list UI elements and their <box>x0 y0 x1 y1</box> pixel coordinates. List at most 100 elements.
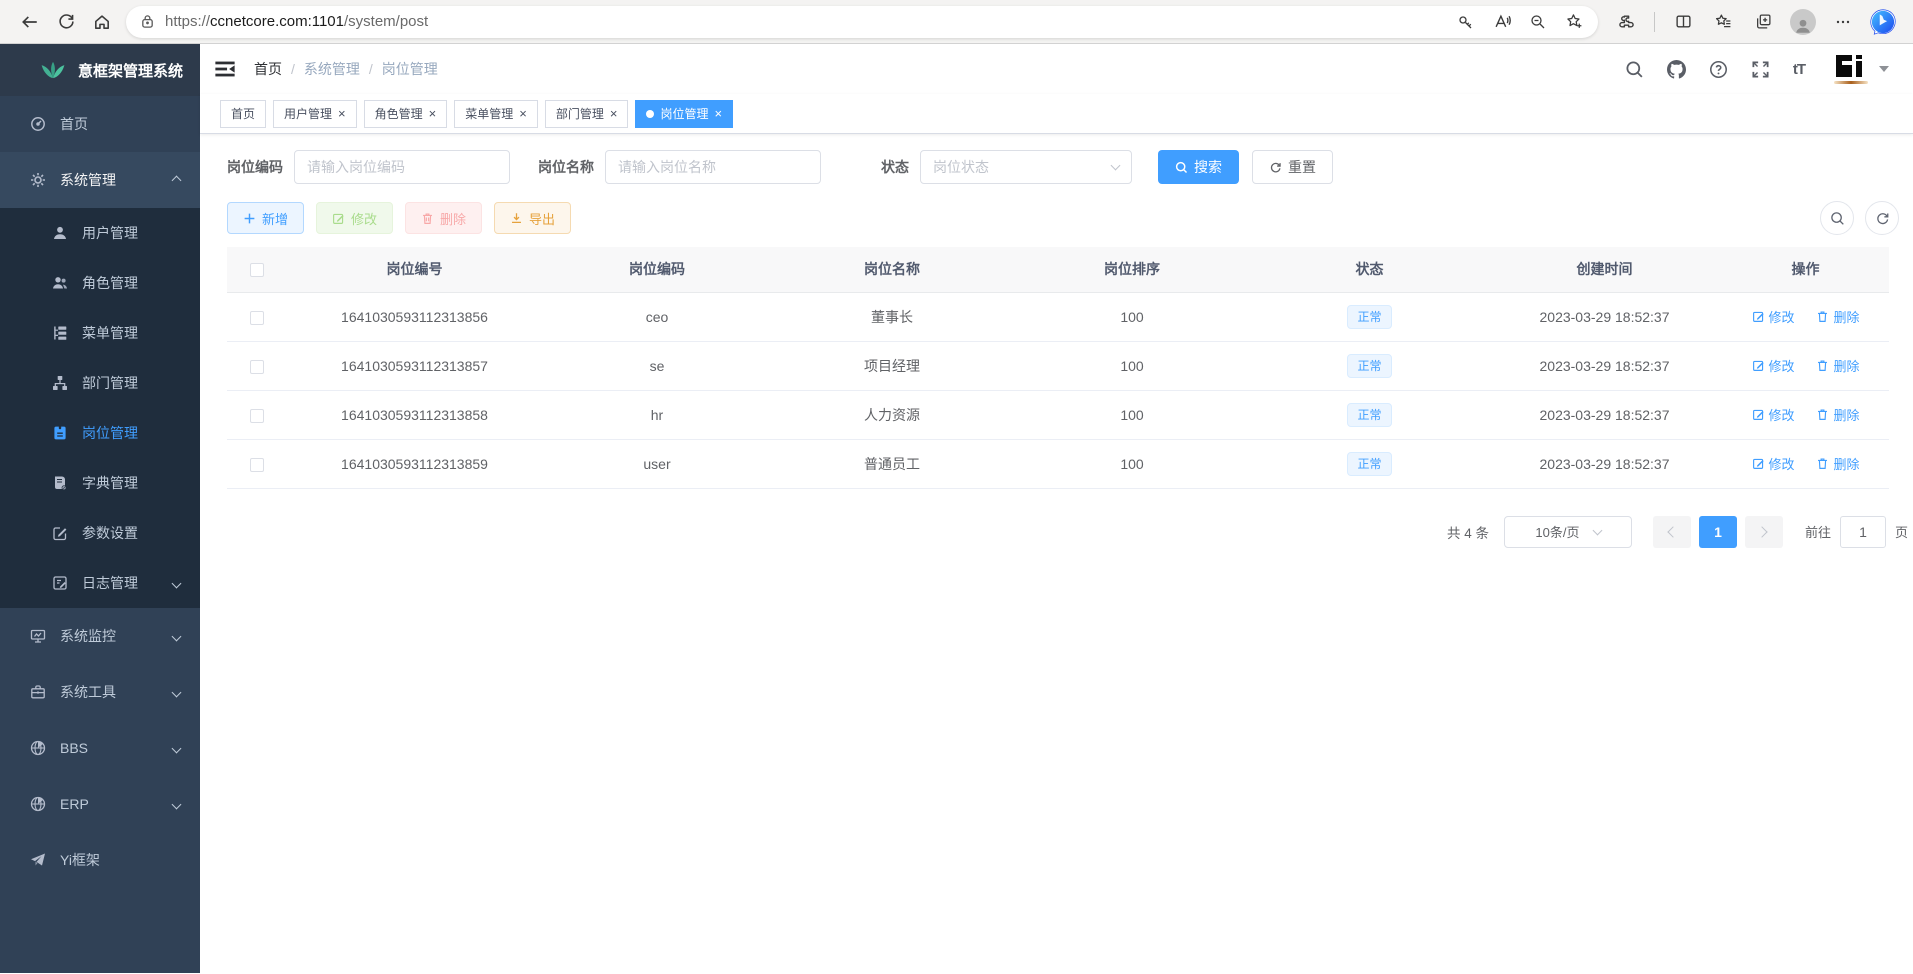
lock-icon <box>140 14 155 29</box>
table-header-row: 岗位编号 岗位编码 岗位名称 岗位排序 状态 创建时间 操作 <box>227 247 1889 292</box>
filter-form: 岗位编码 岗位名称 状态 岗位状态 搜索 重置 <box>227 150 1889 184</box>
close-icon[interactable] <box>338 107 346 120</box>
page-size-select[interactable]: 10条/页 <box>1504 516 1632 548</box>
edit-icon <box>332 212 345 225</box>
tabs-bar: 首页 用户管理 角色管理 菜单管理 部门管理 岗位管理 <box>200 94 1913 134</box>
row-checkbox[interactable] <box>250 458 264 472</box>
user-avatar[interactable] <box>1832 53 1889 85</box>
add-button[interactable]: 新增 <box>227 202 304 234</box>
header-search-icon[interactable] <box>1625 60 1644 79</box>
profile-avatar[interactable] <box>1785 5 1821 39</box>
row-delete-link[interactable]: 删除 <box>1816 356 1859 375</box>
address-bar[interactable]: https://ccnetcore.com:1101/system/post <box>126 6 1598 38</box>
reset-button[interactable]: 重置 <box>1252 150 1333 184</box>
export-button[interactable]: 导出 <box>494 202 571 234</box>
select-all-checkbox[interactable] <box>250 263 264 277</box>
page-number-1[interactable]: 1 <box>1699 516 1737 548</box>
close-icon[interactable] <box>429 107 437 120</box>
password-key-icon[interactable] <box>1450 5 1482 39</box>
show-search-toggle-button[interactable] <box>1820 201 1854 235</box>
row-checkbox[interactable] <box>250 409 264 423</box>
row-delete-link[interactable]: 删除 <box>1816 405 1859 424</box>
post-code-input[interactable] <box>294 150 510 184</box>
sidebar-item-bbs[interactable]: BBS <box>0 720 200 776</box>
tab-user-management[interactable]: 用户管理 <box>273 100 357 128</box>
tab-home[interactable]: 首页 <box>220 100 266 128</box>
refresh-table-button[interactable] <box>1865 201 1899 235</box>
breadcrumb-home[interactable]: 首页 <box>254 59 282 79</box>
sidebar-item-erp[interactable]: ERP <box>0 776 200 832</box>
prev-page-button[interactable] <box>1653 516 1691 548</box>
sidebar-subitem-param-settings[interactable]: 参数设置 <box>0 508 200 558</box>
search-button[interactable]: 搜索 <box>1158 150 1239 184</box>
chevron-down-icon <box>1111 161 1121 171</box>
home-icon[interactable] <box>84 5 120 39</box>
breadcrumb-system[interactable]: 系统管理 <box>304 59 360 79</box>
read-aloud-icon[interactable] <box>1486 5 1518 39</box>
refresh-icon[interactable] <box>48 5 84 39</box>
row-edit-link[interactable]: 修改 <box>1752 454 1795 473</box>
sidebar-subitem-log-management[interactable]: 日志管理 <box>0 558 200 608</box>
sidebar-subitem-menu-management[interactable]: 菜单管理 <box>0 308 200 358</box>
favorites-icon[interactable] <box>1705 5 1741 39</box>
close-icon[interactable] <box>519 107 527 120</box>
zoom-out-icon[interactable] <box>1522 5 1554 39</box>
close-icon[interactable] <box>714 107 722 120</box>
chevron-down-icon <box>1592 525 1602 535</box>
paper-plane-icon <box>30 852 46 868</box>
sidebar-subitem-dept-management[interactable]: 部门管理 <box>0 358 200 408</box>
row-edit-link[interactable]: 修改 <box>1752 405 1795 424</box>
delete-button[interactable]: 删除 <box>405 202 482 234</box>
pagination: 共 4 条 10条/页 1 前往 页 <box>200 516 1908 548</box>
goto-page-input[interactable] <box>1840 516 1886 548</box>
post-name-input[interactable] <box>605 150 821 184</box>
edit-icon <box>1752 359 1765 372</box>
fullscreen-icon[interactable] <box>1751 60 1770 79</box>
app-logo[interactable]: 意框架管理系统 <box>0 44 200 96</box>
sidebar-item-yi-framework[interactable]: Yi框架 <box>0 832 200 888</box>
text-size-icon[interactable]: tT <box>1793 61 1805 78</box>
split-screen-icon[interactable] <box>1665 5 1701 39</box>
close-icon[interactable] <box>610 107 618 120</box>
status-select[interactable]: 岗位状态 <box>920 150 1132 184</box>
edit-button[interactable]: 修改 <box>316 202 393 234</box>
settings-more-icon[interactable] <box>1825 5 1861 39</box>
sidebar-subitem-dict-management[interactable]: 字典管理 <box>0 458 200 508</box>
sidebar-item-home[interactable]: 首页 <box>0 96 200 152</box>
github-icon[interactable] <box>1667 60 1686 79</box>
sidebar-group-system-management[interactable]: 系统管理 <box>0 152 200 208</box>
row-checkbox[interactable] <box>250 311 264 325</box>
add-favorite-icon[interactable] <box>1558 5 1590 39</box>
row-edit-link[interactable]: 修改 <box>1752 307 1795 326</box>
post-table: 岗位编号 岗位编码 岗位名称 岗位排序 状态 创建时间 操作 164103059… <box>227 247 1889 489</box>
copilot-bing-icon[interactable] <box>1865 5 1901 39</box>
tab-menu-management[interactable]: 菜单管理 <box>454 100 538 128</box>
edit-icon <box>1752 408 1765 421</box>
sidebar-subitem-role-management[interactable]: 角色管理 <box>0 258 200 308</box>
tab-dept-management[interactable]: 部门管理 <box>545 100 629 128</box>
row-edit-link[interactable]: 修改 <box>1752 356 1795 375</box>
row-delete-link[interactable]: 删除 <box>1816 307 1859 326</box>
collapse-sidebar-icon[interactable] <box>214 58 236 80</box>
tab-role-management[interactable]: 角色管理 <box>364 100 448 128</box>
refresh-icon <box>1269 161 1282 174</box>
post-code-label: 岗位编码 <box>227 157 283 177</box>
next-page-button[interactable] <box>1745 516 1783 548</box>
row-delete-link[interactable]: 删除 <box>1816 454 1859 473</box>
user-avatar-logo <box>1832 53 1870 85</box>
help-icon[interactable] <box>1709 60 1728 79</box>
breadcrumb: 首页 / 系统管理 / 岗位管理 <box>254 59 438 79</box>
table-row: 1641030593112313859 user 普通员工 100 正常 202… <box>227 439 1889 488</box>
row-checkbox[interactable] <box>250 360 264 374</box>
sidebar-subitem-post-management[interactable]: 岗位管理 <box>0 408 200 458</box>
back-icon[interactable] <box>12 5 48 39</box>
sidebar-item-system-monitor[interactable]: 系统监控 <box>0 608 200 664</box>
sidebar-subitem-user-management[interactable]: 用户管理 <box>0 208 200 258</box>
post-name-label: 岗位名称 <box>538 157 594 177</box>
tab-post-management[interactable]: 岗位管理 <box>635 100 733 128</box>
gear-icon <box>30 172 46 188</box>
extensions-icon[interactable] <box>1608 5 1644 39</box>
collections-icon[interactable] <box>1745 5 1781 39</box>
sidebar-item-system-tools[interactable]: 系统工具 <box>0 664 200 720</box>
status-badge: 正常 <box>1347 403 1391 427</box>
